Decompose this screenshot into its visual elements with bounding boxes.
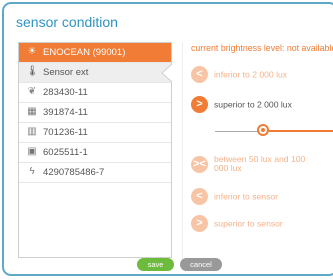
device-item-6025511-1[interactable]: ▣ 6025511-1 <box>19 143 171 163</box>
device-item-enocean[interactable]: ☀ ENOCEAN (99001) <box>19 43 171 63</box>
cancel-button[interactable]: cancel <box>180 258 222 271</box>
thermometer-icon: 🌡 <box>26 66 39 77</box>
device-item-label: Sensor ext <box>43 67 89 78</box>
save-button[interactable]: save <box>137 258 174 271</box>
device-item-label: 283430-11 <box>43 87 88 98</box>
chevron-right-icon: > <box>191 96 208 113</box>
condition-panel: current brightness level: not available … <box>182 42 333 262</box>
device-item-label: 6025511-1 <box>43 147 88 158</box>
device-list: ☀ ENOCEAN (99001) 🌡 Sensor ext ❦ 283430-… <box>19 43 171 183</box>
plug-icon: ▣ <box>27 146 37 157</box>
slider-handle[interactable] <box>257 124 269 136</box>
brightness-status: current brightness level: not available <box>191 43 333 53</box>
option-inferior-sensor[interactable]: < inferior to sensor <box>191 188 278 205</box>
range-icon: >< <box>191 155 208 173</box>
connector-arrow-icon <box>161 63 173 83</box>
device-list-panel: ☀ ENOCEAN (99001) 🌡 Sensor ext ❦ 283430-… <box>18 42 172 258</box>
device-item-label: 391874-11 <box>43 107 88 118</box>
leaf-icon: ❦ <box>27 86 37 97</box>
device-item-391874-11[interactable]: ▦ 391874-11 <box>19 103 171 123</box>
device-item-4290785486-7[interactable]: ϟ 4290785486-7 <box>19 163 171 183</box>
device-item-label: 4290785486-7 <box>43 167 105 178</box>
option-superior-sensor[interactable]: > superior to sensor <box>191 215 283 232</box>
device-item-label: 701236-11 <box>43 127 88 138</box>
option-between-range[interactable]: >< between 50 lux and 100 000 lux <box>191 155 310 173</box>
sun-icon: ☀ <box>27 46 37 57</box>
brightness-slider[interactable] <box>215 124 333 136</box>
panel-icon: ▦ <box>27 106 37 117</box>
meter-icon: ▥ <box>27 126 37 137</box>
device-item-label: ENOCEAN (99001) <box>43 47 126 58</box>
slider-track-active <box>265 130 333 132</box>
device-item-701236-11[interactable]: ▥ 701236-11 <box>19 123 171 143</box>
dialog-title: sensor condition <box>16 14 118 30</box>
lightning-icon: ϟ <box>29 166 35 177</box>
chevron-left-icon: < <box>191 188 208 205</box>
option-inferior-2000[interactable]: < inferior to 2 000 lux <box>191 66 287 83</box>
device-item-sensor-ext[interactable]: 🌡 Sensor ext <box>19 63 171 83</box>
chevron-left-icon: < <box>191 66 208 83</box>
device-item-283430-11[interactable]: ❦ 283430-11 <box>19 83 171 103</box>
option-superior-2000[interactable]: > superior to 2 000 lux <box>191 96 292 113</box>
chevron-right-icon: > <box>191 215 208 232</box>
